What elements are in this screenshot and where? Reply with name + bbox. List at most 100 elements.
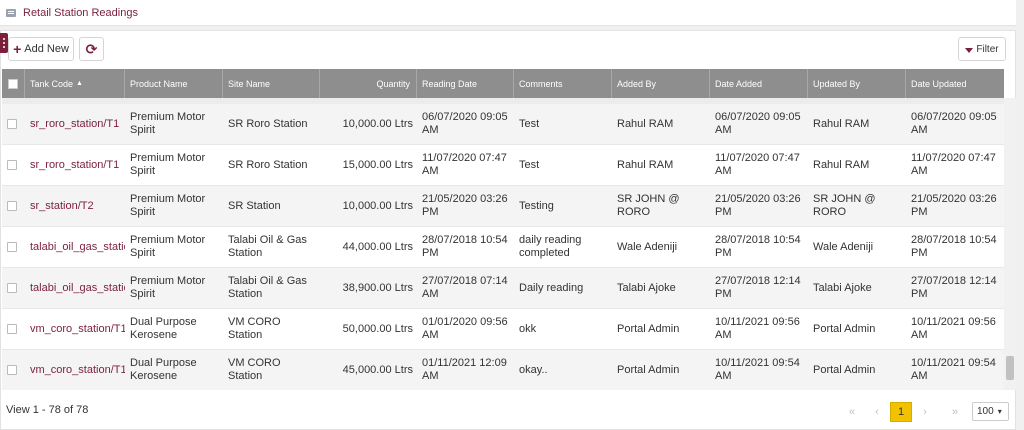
tank-code-link[interactable]: vm_coro_station/T1 — [25, 350, 125, 390]
updated-by-cell: Talabi Ajoke — [813, 281, 872, 294]
product-name-cell: Premium Motor Spirit — [130, 152, 206, 177]
record-count: View 1 - 78 of 78 — [6, 404, 89, 416]
updated-by-cell: Rahul RAM — [813, 158, 870, 171]
col-header-comments[interactable]: Comments — [514, 69, 612, 98]
updated-by-cell: Rahul RAM — [813, 117, 870, 130]
sort-icon: ▲ — [76, 80, 83, 87]
row-checkbox[interactable] — [7, 283, 17, 293]
tank-code-link[interactable]: sr_station/T2 — [25, 186, 125, 226]
page-size-select[interactable]: 100 ▾ — [972, 402, 1009, 421]
product-name-cell: Premium Motor Spirit — [130, 275, 206, 300]
row-checkbox[interactable] — [7, 242, 17, 252]
col-header-date-added[interactable]: Date Added — [710, 69, 808, 98]
date-updated-cell: 10/11/2021 09:54 AM — [911, 357, 996, 382]
first-page-button[interactable]: « — [840, 401, 864, 423]
vertical-scrollbar[interactable] — [1004, 98, 1016, 390]
table-row[interactable]: vm_coro_station/T1 Dual Purpose Kerosene… — [2, 350, 1004, 390]
add-new-button[interactable]: + Add New — [8, 37, 74, 61]
table-row[interactable]: talabi_oil_gas_station/T1 Premium Motor … — [2, 227, 1004, 268]
tank-code-link[interactable]: sr_roro_station/T1 — [25, 104, 125, 144]
date-added-cell: 28/07/2018 10:54 PM — [715, 234, 801, 259]
title-bar: Retail Station Readings — [0, 0, 1016, 26]
site-name-cell: SR Roro Station — [228, 158, 308, 171]
grid-header: Tank Code ▲ Product Name Site Name Quant… — [2, 69, 1004, 98]
grid-icon — [6, 8, 16, 17]
col-header-updated-by[interactable]: Updated By — [808, 69, 906, 98]
scrollbar-thumb[interactable] — [1006, 356, 1014, 380]
table-row[interactable]: vm_coro_station/T1 Dual Purpose Kerosene… — [2, 309, 1004, 350]
reading-date-cell: 01/11/2021 12:09 AM — [422, 357, 507, 382]
comments-cell: Test — [519, 117, 540, 130]
comments-cell: okk — [519, 322, 537, 335]
kebab-icon[interactable] — [0, 33, 8, 53]
prev-page-button[interactable]: ‹ — [867, 401, 887, 423]
reading-date-cell: 11/07/2020 07:47 AM — [422, 152, 507, 177]
comments-cell: Daily reading — [519, 281, 584, 294]
added-by-cell: Talabi Ajoke — [617, 281, 676, 294]
tank-code-link[interactable]: talabi_oil_gas_station/T1 — [25, 227, 125, 267]
row-checkbox[interactable] — [7, 160, 17, 170]
quantity-cell: 10,000.00 Ltrs — [342, 199, 413, 212]
comments-cell: okay.. — [519, 363, 548, 376]
next-page-button[interactable]: › — [915, 401, 935, 423]
added-by-cell: Rahul RAM — [617, 158, 674, 171]
date-updated-cell: 11/07/2020 07:47 AM — [911, 152, 996, 177]
updated-by-cell: Portal Admin — [813, 322, 876, 335]
added-by-cell: Portal Admin — [617, 363, 680, 376]
row-checkbox[interactable] — [7, 119, 17, 129]
col-header-tank-code[interactable]: Tank Code ▲ — [25, 69, 125, 98]
col-header-date-updated[interactable]: Date Updated — [906, 69, 1004, 98]
table-row[interactable]: talabi_oil_gas_station/T1 Premium Motor … — [2, 268, 1004, 309]
tank-code-link[interactable]: sr_roro_station/T1 — [25, 145, 125, 185]
date-added-cell: 10/11/2021 09:56 AM — [715, 316, 800, 341]
add-new-label: Add New — [24, 43, 69, 55]
refresh-button[interactable]: ⟳ — [79, 37, 104, 61]
table-row[interactable]: sr_station/T2 Premium Motor Spirit SR St… — [2, 186, 1004, 227]
row-checkbox[interactable] — [7, 201, 17, 211]
quantity-cell: 45,000.00 Ltrs — [342, 363, 413, 376]
tank-code-link[interactable]: talabi_oil_gas_station/T1 — [25, 268, 125, 308]
reading-date-cell: 01/01/2020 09:56 AM — [422, 316, 508, 341]
table-row[interactable]: sr_roro_station/T1 Premium Motor Spirit … — [2, 145, 1004, 186]
updated-by-cell: Portal Admin — [813, 363, 876, 376]
last-page-button[interactable]: » — [942, 401, 968, 423]
tank-code-link[interactable]: vm_coro_station/T1 — [25, 309, 125, 349]
row-checkbox[interactable] — [7, 324, 17, 334]
chevron-down-icon: ▾ — [997, 407, 1002, 416]
date-added-cell: 11/07/2020 07:47 AM — [715, 152, 800, 177]
table-row[interactable]: sr_roro_station/T1 Premium Motor Spirit … — [2, 104, 1004, 145]
added-by-cell: Wale Adeniji — [617, 240, 678, 253]
quantity-cell: 50,000.00 Ltrs — [342, 322, 413, 335]
col-header-added-by[interactable]: Added By — [612, 69, 710, 98]
plus-icon: + — [13, 41, 22, 57]
filter-button[interactable]: Filter — [958, 37, 1006, 61]
current-page-button[interactable]: 1 — [890, 402, 912, 422]
quantity-cell: 10,000.00 Ltrs — [342, 117, 413, 130]
date-updated-cell: 10/11/2021 09:56 AM — [911, 316, 996, 341]
col-header-product-name[interactable]: Product Name — [125, 69, 223, 98]
reading-date-cell: 27/07/2018 07:14 AM — [422, 275, 508, 300]
row-checkbox[interactable] — [7, 365, 17, 375]
col-header-site-name[interactable]: Site Name — [223, 69, 320, 98]
reading-date-cell: 21/05/2020 03:26 PM — [422, 193, 508, 218]
added-by-cell: Portal Admin — [617, 322, 680, 335]
site-name-cell: VM CORO Station — [228, 316, 281, 341]
page-size-value: 100 — [977, 406, 994, 417]
added-by-cell: Rahul RAM — [617, 117, 674, 130]
quantity-cell: 38,900.00 Ltrs — [342, 281, 413, 294]
reading-date-cell: 06/07/2020 09:05 AM — [422, 111, 508, 136]
page: Retail Station Readings + Add New ⟳ Filt… — [0, 0, 1024, 430]
site-name-cell: VM CORO Station — [228, 357, 281, 382]
funnel-icon — [965, 47, 974, 53]
product-name-cell: Premium Motor Spirit — [130, 111, 206, 136]
product-name-cell: Premium Motor Spirit — [130, 193, 206, 218]
quantity-cell: 15,000.00 Ltrs — [342, 158, 413, 171]
select-all-checkbox[interactable] — [8, 78, 18, 89]
updated-by-cell: Wale Adeniji — [813, 240, 874, 253]
col-header-quantity[interactable]: Quantity — [320, 69, 417, 98]
col-header-reading-date[interactable]: Reading Date — [417, 69, 514, 98]
reading-date-cell: 28/07/2018 10:54 PM — [422, 234, 508, 259]
comments-cell: Test — [519, 158, 540, 171]
comments-cell: Testing — [519, 199, 554, 212]
date-updated-cell: 28/07/2018 10:54 PM — [911, 234, 997, 259]
